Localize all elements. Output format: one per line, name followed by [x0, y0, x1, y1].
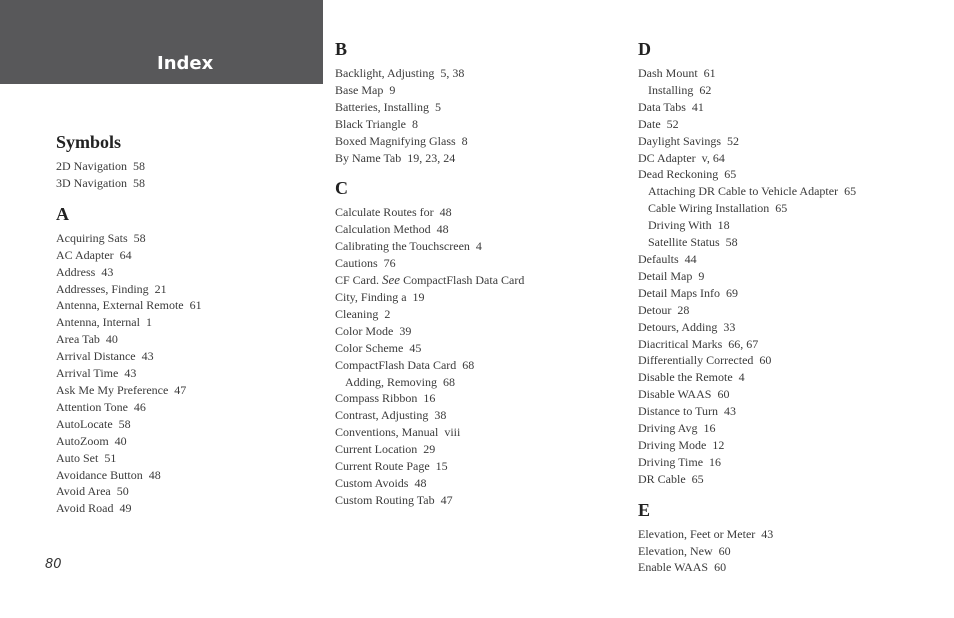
- index-entry: Avoid Area 50: [56, 484, 129, 499]
- section-heading: B: [335, 39, 348, 59]
- entry-text: CF Card.: [335, 273, 383, 288]
- index-entry-list: Backlight, Adjusting 5, 38 Base Map 9 Batt…: [335, 65, 615, 166]
- index-entry: Disable the Remote 4: [638, 370, 745, 385]
- index-entry: Addresses, Finding 21: [56, 281, 167, 296]
- index-entry: Arrival Distance 43: [56, 349, 154, 364]
- index-entry: Area Tab 40: [56, 332, 118, 347]
- index-entry: Custom Routing Tab 47: [335, 492, 453, 507]
- index-entry-list: Calculate Routes for 48 Calculation Metho…: [335, 204, 615, 508]
- index-subentry: Adding, Removing 68: [345, 374, 455, 389]
- index-entry: AutoZoom 40: [56, 433, 127, 448]
- index-entry: By Name Tab 19, 23, 24: [335, 150, 456, 165]
- index-entry: Current Route Page 15: [335, 459, 448, 474]
- index-entry: Enable WAAS 60: [638, 560, 727, 575]
- index-section: C Calculate Routes for 48 Calculation Meth…: [335, 176, 615, 508]
- section-heading: A: [56, 203, 69, 224]
- index-entry: Date 52: [638, 116, 679, 131]
- index-entry: Ask Me My Preference 47: [56, 382, 187, 397]
- index-entry: Dead Reckoning 65: [638, 167, 737, 182]
- index-entry: Address 43: [56, 264, 114, 279]
- index-entry: Dash Mount 61: [638, 66, 716, 80]
- index-entry: Distance to Turn 43: [638, 404, 737, 419]
- index-entry: Driving Avg 16: [638, 421, 716, 436]
- index-entry: Detail Maps Info 69: [638, 285, 738, 300]
- index-entry: Color Mode 39: [335, 323, 412, 338]
- index-subentry: Satellite Status 58: [648, 235, 738, 250]
- index-entry: Elevation, New 60: [638, 543, 731, 558]
- index-section: Symbols 2D Navigation 58 3D Navigation 58: [56, 130, 316, 192]
- index-section: D Dash Mount 61 Installing 62 Data Tabs 41 D…: [638, 37, 938, 488]
- section-heading: D: [638, 39, 651, 59]
- index-entry: Detour 28: [638, 302, 690, 317]
- section-heading: Symbols: [56, 132, 122, 152]
- index-entry: Diacritical Marks 66, 67: [638, 336, 759, 351]
- index-entry: Daylight Savings 52: [638, 133, 739, 148]
- section-heading: C: [335, 178, 348, 199]
- index-entry: Auto Set 51: [56, 450, 117, 465]
- index-entry: Calculate Routes for 48: [335, 205, 452, 220]
- index-column-1: Symbols 2D Navigation 58 3D Navigation 58 A…: [56, 130, 316, 527]
- index-entry: Acquiring Sats 58: [56, 230, 146, 245]
- index-entry-list: Acquiring Sats 58 AC Adapter 64 Address 43…: [56, 230, 316, 517]
- index-section: B Backlight, Adjusting 5, 38 Base Map 9 Bat…: [335, 37, 615, 166]
- index-entry: Arrival Time 43: [56, 366, 137, 381]
- section-heading: E: [638, 499, 651, 520]
- index-subentry: Installing 62: [648, 82, 712, 97]
- index-column-3: D Dash Mount 61 Installing 62 Data Tabs 41 D…: [638, 37, 938, 586]
- index-entry: Avoidance Button 48: [56, 467, 161, 482]
- index-entry: AutoLocate 58: [56, 416, 131, 431]
- index-entry: Compass Ribbon 16: [335, 391, 436, 406]
- index-subentry: Cable Wiring Installation 65: [648, 201, 788, 216]
- index-entry-list: Dash Mount 61 Installing 62 Data Tabs 41 Da…: [638, 65, 938, 488]
- index-entry: Data Tabs 41: [638, 99, 704, 114]
- index-entry: Avoid Road 49: [56, 501, 132, 516]
- index-entry: Current Location 29: [335, 442, 436, 457]
- page-title: Index: [157, 53, 214, 74]
- index-entry: Batteries, Installing 5: [335, 99, 441, 114]
- index-entry: CF Card. See CompactFlash Data Card: [335, 272, 615, 289]
- index-entry: Conventions, Manual viii: [335, 425, 461, 440]
- index-entry: Driving Mode 12: [638, 437, 725, 452]
- index-subentry: Attaching DR Cable to Vehicle Adapter 65: [648, 184, 857, 199]
- index-entry: City, Finding a 19: [335, 289, 425, 304]
- index-entry-list: 2D Navigation 58 3D Navigation 58: [56, 158, 316, 192]
- index-entry: AC Adapter 64: [56, 247, 132, 262]
- index-entry: Disable WAAS 60: [638, 387, 730, 402]
- index-entry: 2D Navigation 58: [56, 159, 145, 173]
- index-entry: Elevation, Feet or Meter 43: [638, 526, 774, 541]
- index-entry: Antenna, External Remote 61: [56, 298, 202, 313]
- index-entry: Detours, Adding 33: [638, 319, 736, 334]
- index-entry: Detail Map 9: [638, 268, 705, 283]
- index-entry: Calculation Method 48: [335, 222, 449, 237]
- index-entry-list: Elevation, Feet or Meter 43 Elevation, Ne…: [638, 526, 938, 577]
- index-entry: Attention Tone 46: [56, 399, 146, 414]
- index-entry: Cleaning 2: [335, 306, 391, 321]
- index-entry: 3D Navigation 58: [56, 175, 145, 190]
- index-entry: Calibrating the Touchscreen 4: [335, 239, 482, 254]
- index-section: A Acquiring Sats 58 AC Adapter 64 Address 4…: [56, 202, 316, 517]
- index-entry: Driving Time 16: [638, 454, 722, 469]
- index-entry: Black Triangle 8: [335, 116, 418, 131]
- index-entry: DC Adapter v, 64: [638, 150, 725, 165]
- see-reference: See: [382, 272, 401, 288]
- index-entry: Differentially Corrected 60: [638, 353, 772, 368]
- index-section: E Elevation, Feet or Meter 43 Elevation, N…: [638, 498, 938, 577]
- see-target: CompactFlash Data Card: [400, 273, 525, 288]
- index-column-2: B Backlight, Adjusting 5, 38 Base Map 9 Bat…: [335, 37, 615, 519]
- index-entry: Backlight, Adjusting 5, 38: [335, 66, 465, 80]
- page-number: 80: [45, 557, 62, 572]
- index-entry: Color Scheme 45: [335, 340, 422, 355]
- index-entry: CompactFlash Data Card 68: [335, 357, 475, 372]
- index-entry: Defaults 44: [638, 251, 697, 266]
- index-entry: Cautions 76: [335, 256, 396, 271]
- index-subentry: Driving With 18: [648, 218, 730, 233]
- index-entry: DR Cable 65: [638, 471, 704, 486]
- index-entry: Custom Avoids 48: [335, 475, 427, 490]
- index-entry: Boxed Magnifying Glass 8: [335, 133, 468, 148]
- index-entry: Base Map 9: [335, 82, 396, 97]
- index-entry: Contrast, Adjusting 38: [335, 408, 447, 423]
- index-entry: Antenna, Internal 1: [56, 315, 152, 330]
